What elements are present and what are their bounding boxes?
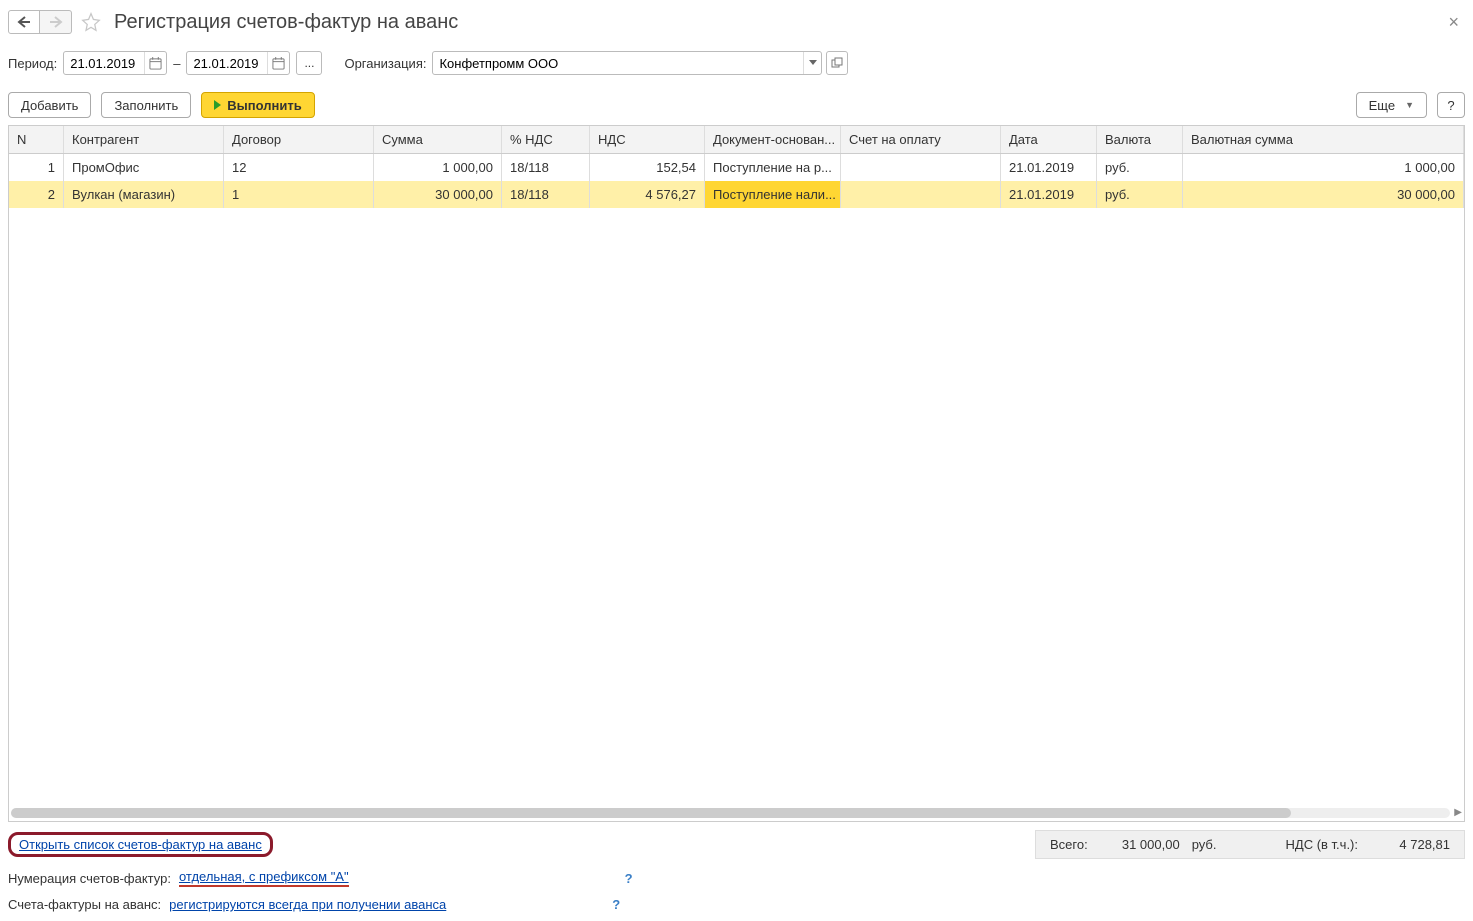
- col-nds-percent[interactable]: % НДС: [502, 126, 590, 153]
- organization-label: Организация:: [344, 56, 426, 71]
- col-nds[interactable]: НДС: [590, 126, 705, 153]
- date-to-field[interactable]: [186, 51, 290, 75]
- organization-field[interactable]: [432, 51, 822, 75]
- col-currency-sum[interactable]: Валютная сумма: [1183, 126, 1464, 153]
- nav-back-button[interactable]: [8, 10, 40, 34]
- help-icon[interactable]: ?: [625, 871, 633, 886]
- date-separator: –: [173, 56, 180, 71]
- nav-forward-button[interactable]: [40, 10, 72, 34]
- invoices-mode-link[interactable]: регистрируются всегда при получении аван…: [169, 897, 446, 912]
- col-n[interactable]: N: [9, 126, 64, 153]
- numbering-label: Нумерация счетов-фактур:: [8, 871, 171, 886]
- col-contract[interactable]: Договор: [224, 126, 374, 153]
- total-label: Всего:: [1050, 837, 1088, 852]
- open-invoice-list-link[interactable]: Открыть список счетов-фактур на аванс: [19, 837, 262, 852]
- open-external-button[interactable]: [826, 51, 848, 75]
- play-icon: [214, 100, 221, 110]
- col-date[interactable]: Дата: [1001, 126, 1097, 153]
- fill-button[interactable]: Заполнить: [101, 92, 191, 118]
- nds-label: НДС (в т.ч.):: [1286, 837, 1359, 852]
- more-button[interactable]: Еще▼: [1356, 92, 1427, 118]
- page-title: Регистрация счетов-фактур на аванс: [110, 11, 458, 34]
- numbering-link[interactable]: отдельная, с префиксом "А": [179, 869, 349, 887]
- period-label: Период:: [8, 56, 57, 71]
- col-document[interactable]: Документ-основан...: [705, 126, 841, 153]
- col-sum[interactable]: Сумма: [374, 126, 502, 153]
- col-currency[interactable]: Валюта: [1097, 126, 1183, 153]
- col-invoice[interactable]: Счет на оплату: [841, 126, 1001, 153]
- date-to-input[interactable]: [187, 56, 267, 71]
- organization-input[interactable]: [433, 56, 803, 71]
- chevron-down-icon: ▼: [1405, 100, 1414, 110]
- calendar-icon[interactable]: [144, 52, 166, 74]
- invoices-mode-label: Счета-фактуры на аванс:: [8, 897, 161, 912]
- nds-value: 4 728,81: [1370, 837, 1450, 852]
- help-icon[interactable]: ?: [612, 897, 620, 912]
- table-header: N Контрагент Договор Сумма % НДС НДС Док…: [9, 126, 1464, 154]
- total-currency: руб.: [1192, 837, 1217, 852]
- run-button[interactable]: Выполнить: [201, 92, 314, 118]
- help-button[interactable]: ?: [1437, 92, 1465, 118]
- horizontal-scrollbar[interactable]: ▶: [9, 805, 1464, 821]
- total-value: 31 000,00: [1100, 837, 1180, 852]
- dropdown-icon[interactable]: [803, 52, 821, 74]
- close-button[interactable]: ×: [1442, 12, 1465, 33]
- date-from-input[interactable]: [64, 56, 144, 71]
- totals-panel: Всего: 31 000,00 руб. НДС (в т.ч.): 4 72…: [1035, 830, 1465, 859]
- col-contractor[interactable]: Контрагент: [64, 126, 224, 153]
- date-from-field[interactable]: [63, 51, 167, 75]
- add-button[interactable]: Добавить: [8, 92, 91, 118]
- data-grid: N Контрагент Договор Сумма % НДС НДС Док…: [8, 125, 1465, 822]
- table-row[interactable]: 1 ПромОфис 12 1 000,00 18/118 152,54 Пос…: [9, 154, 1464, 181]
- favorite-star-icon[interactable]: [80, 11, 102, 33]
- calendar-icon[interactable]: [267, 52, 289, 74]
- period-picker-button[interactable]: ...: [296, 51, 322, 75]
- table-row[interactable]: 2 Вулкан (магазин) 1 30 000,00 18/118 4 …: [9, 181, 1464, 208]
